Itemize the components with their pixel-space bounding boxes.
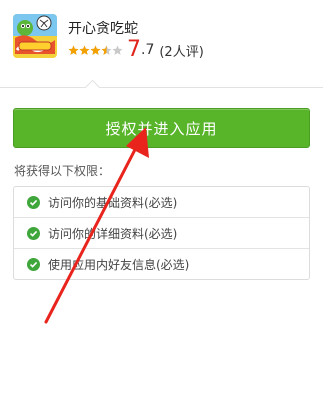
review-count: (2人评): [159, 44, 204, 60]
check-icon: [27, 257, 40, 271]
app-header: 开心贪吃蛇 7 .7 (2人评): [0, 0, 323, 86]
score-minor: .7: [141, 42, 155, 58]
header-divider: [0, 87, 323, 88]
star-icon: [90, 45, 101, 55]
permission-label: 访问你的详细资料(必选): [48, 226, 178, 241]
star-icon: [68, 45, 79, 55]
permission-label: 使用应用内好友信息(必选): [48, 257, 190, 272]
permissions-list: 访问你的基础资料(必选) 访问你的详细资料(必选) 使用应用内好友信息(必选): [13, 186, 310, 280]
check-icon: [27, 226, 40, 240]
rating-row: 7 .7 (2人评): [68, 37, 204, 62]
permission-label: 访问你的基础资料(必选): [48, 195, 178, 210]
check-icon: [27, 195, 40, 209]
permission-item: 访问你的基础资料(必选): [14, 187, 309, 217]
app-icon: [13, 14, 57, 58]
permissions-title: 将获得以下权限：: [14, 164, 111, 178]
star-icon: [79, 45, 90, 55]
star-icon: [101, 45, 112, 55]
app-name: 开心贪吃蛇: [68, 21, 138, 37]
star-icon: [112, 45, 123, 55]
authorize-and-enter-button[interactable]: 授权并进入应用: [13, 108, 310, 148]
score-major: 7: [127, 37, 141, 62]
star-rating: [68, 45, 123, 56]
permission-item: 访问你的详细资料(必选): [14, 217, 309, 248]
permission-item: 使用应用内好友信息(必选): [14, 248, 309, 279]
